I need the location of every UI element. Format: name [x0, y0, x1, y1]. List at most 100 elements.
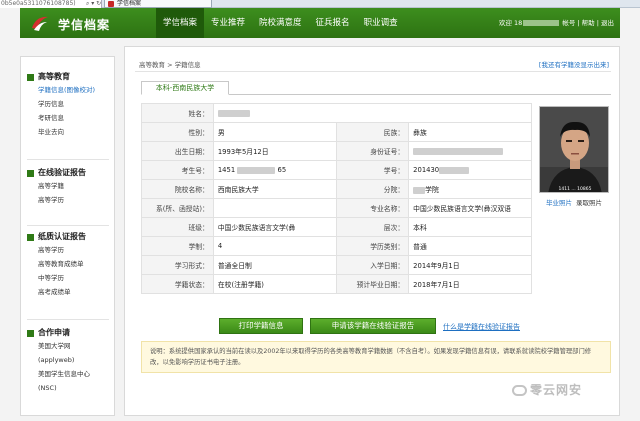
sidebar-section-online-report: 在线验证报告 高等学籍 高等学历	[27, 167, 86, 207]
favicon-icon	[108, 1, 114, 7]
form-label: 学习形式：	[141, 255, 214, 275]
watermark: 零云网安	[512, 381, 582, 398]
level-label: 层次：	[336, 217, 410, 237]
major-label: 专业名称：	[336, 198, 410, 218]
masked-username	[523, 20, 560, 26]
class-label: 班级：	[141, 217, 214, 237]
sidebar-item-applyweb[interactable]: 美国大学网	[27, 339, 90, 353]
sidebar-divider	[27, 159, 109, 160]
sidebar: 高等教育 学籍信息(图像校对) 学历信息 考研信息 毕业去向 在线验证报告 高等…	[20, 56, 115, 416]
gender-label: 性别：	[141, 122, 214, 142]
masked-name	[217, 109, 250, 117]
sidebar-item-transcript[interactable]: 高等教育成绩单	[27, 257, 86, 271]
enroll-label: 入学日期：	[336, 255, 410, 275]
nav-item-major-recommend[interactable]: 专业推荐	[204, 8, 252, 38]
missing-status-link[interactable]: [我还有学籍没显示出来]	[539, 59, 609, 69]
main-panel: 高等教育 > 学籍信息 [我还有学籍没显示出来] 本科-西南民族大学 姓名： 性…	[124, 46, 620, 416]
sidebar-item-student-status[interactable]: 学籍信息(图像校对)	[27, 83, 95, 97]
apply-online-report-button[interactable]: 申请该学籍在线验证报告	[310, 318, 436, 334]
sidebar-item-paper-degree[interactable]: 高等学历	[27, 243, 86, 257]
id-label: 身份证号：	[336, 141, 410, 161]
student-no-value: 201430	[408, 160, 532, 180]
table-row: 学习形式： 普通全日制 入学日期： 2014年9月1日	[141, 255, 532, 275]
sidebar-item-secondary-degree[interactable]: 中等学历	[27, 271, 86, 285]
table-row: 学制： 4 学历类别： 普通	[141, 236, 532, 256]
print-status-button[interactable]: 打印学籍信息	[219, 318, 303, 334]
logo-text[interactable]: 学信档案	[58, 16, 110, 33]
section-square-icon	[27, 170, 34, 177]
birth-value: 1993年5月12日	[212, 141, 338, 161]
ethnicity-value: 彝族	[408, 122, 532, 142]
form-value: 普通全日制	[212, 255, 338, 275]
sidebar-item-gaokao-scores[interactable]: 高考成绩单	[27, 285, 86, 299]
table-row: 班级： 中国少数民族语言文学(彝 层次： 本科	[141, 217, 532, 237]
table-row: 院校名称： 西南民族大学 分院： 学院	[141, 179, 532, 199]
help-link[interactable]: 帮助	[582, 19, 595, 27]
browser-chrome: 0b5e0a5311076108785) ⌕ ▾ ↻ ✕ 学信档案	[0, 0, 640, 8]
table-row: 考生号： 1451 65 学号： 201430	[141, 160, 532, 180]
ethnicity-label: 民族：	[336, 122, 410, 142]
sidebar-item-postgrad-exam[interactable]: 考研信息	[27, 111, 95, 125]
masked-exam-number	[237, 166, 276, 174]
dept-label: 系(所、函授站)：	[141, 198, 214, 218]
wechat-icon	[512, 385, 527, 396]
sidebar-divider	[27, 225, 109, 226]
class-value: 中国少数民族语言文学(彝	[212, 217, 338, 237]
main-nav: 学信档案 专业推荐 院校满意度 征兵报名 职业调查	[156, 8, 405, 38]
browser-tab[interactable]: 学信档案	[104, 0, 212, 8]
branch-label: 分院：	[336, 179, 410, 199]
nav-item-enlistment[interactable]: 征兵报名	[309, 8, 357, 38]
table-row: 姓名：	[141, 103, 533, 123]
notice-box: 说明：系统提供国家承认的当前在读以及2002年以来取得学历的各类高等教育学籍数据…	[141, 341, 611, 373]
duration-value: 4	[212, 236, 338, 256]
user-area: 欢迎 18 帐号 | 帮助 | 退出	[498, 19, 614, 27]
sidebar-item-degree-info[interactable]: 学历信息	[27, 97, 95, 111]
grad-value: 2018年7月1日	[408, 274, 532, 294]
masked-student-number	[439, 166, 470, 174]
section-square-icon	[27, 74, 34, 81]
sidebar-item-graduate-destination[interactable]: 毕业去向	[27, 125, 95, 139]
name-label: 姓名：	[141, 103, 214, 123]
sidebar-divider	[27, 319, 109, 320]
tab-school[interactable]: 本科-西南民族大学	[141, 81, 229, 95]
sidebar-item-online-status[interactable]: 高等学籍	[27, 179, 86, 193]
exam-value: 1451 65	[212, 160, 338, 180]
degree-type-value: 普通	[408, 236, 532, 256]
masked-branch	[413, 186, 426, 194]
sidebar-item-nsc[interactable]: 美国学生信息中心	[27, 367, 90, 381]
table-row: 出生日期： 1993年5月12日 身份证号：	[141, 141, 532, 161]
divider	[135, 71, 611, 72]
masked-id-number	[413, 147, 504, 155]
duration-label: 学制：	[141, 236, 214, 256]
sidebar-section-title: 在线验证报告	[38, 168, 86, 177]
section-square-icon	[27, 330, 34, 337]
photo-caption: 毕业照片 录取照片	[539, 197, 609, 207]
logout-link[interactable]: 退出	[601, 19, 614, 27]
sidebar-section-partners: 合作申请 美国大学网 (applyweb) 美国学生信息中心 (NSC)	[27, 327, 90, 395]
sidebar-item-online-degree[interactable]: 高等学历	[27, 193, 86, 207]
sidebar-section-title: 纸质认证报告	[38, 232, 86, 241]
student-photo: 1411 ... 10865	[539, 106, 609, 193]
sidebar-item-nsc-sub[interactable]: (NSC)	[27, 381, 90, 395]
status-label: 学籍状态：	[141, 274, 214, 294]
status-value: 在校(注册学籍)	[212, 274, 338, 294]
nav-item-archive[interactable]: 学信档案	[156, 8, 205, 38]
sidebar-section-title: 合作申请	[38, 328, 70, 337]
nav-item-career-survey[interactable]: 职业调查	[357, 8, 405, 38]
table-row: 学籍状态： 在校(注册学籍) 预计毕业日期： 2018年7月1日	[141, 274, 532, 294]
school-value: 西南民族大学	[212, 179, 338, 199]
admission-photo-label[interactable]: 录取照片	[576, 199, 602, 207]
graduation-photo-link[interactable]: 毕业照片	[546, 199, 572, 207]
enroll-value: 2014年9月1日	[408, 255, 532, 275]
student-info-table: 姓名： 性别： 男 民族： 彝族 出生日期： 1993年5月12日 身份证号： …	[141, 103, 533, 294]
major-value: 中国少数民族语言文学(彝汉双语	[408, 198, 532, 218]
what-is-report-link[interactable]: 什么是学籍在线验证报告	[443, 322, 520, 332]
student-no-label: 学号：	[336, 160, 410, 180]
id-value	[408, 141, 532, 161]
grad-label: 预计毕业日期：	[336, 274, 410, 294]
sidebar-section-paper-report: 纸质认证报告 高等学历 高等教育成绩单 中等学历 高考成绩单	[27, 231, 86, 299]
account-link[interactable]: 帐号	[562, 19, 575, 27]
table-row: 系(所、函授站)： 专业名称： 中国少数民族语言文学(彝汉双语	[141, 198, 532, 218]
sidebar-item-applyweb-sub[interactable]: (applyweb)	[27, 353, 90, 367]
nav-item-satisfaction[interactable]: 院校满意度	[252, 8, 309, 38]
